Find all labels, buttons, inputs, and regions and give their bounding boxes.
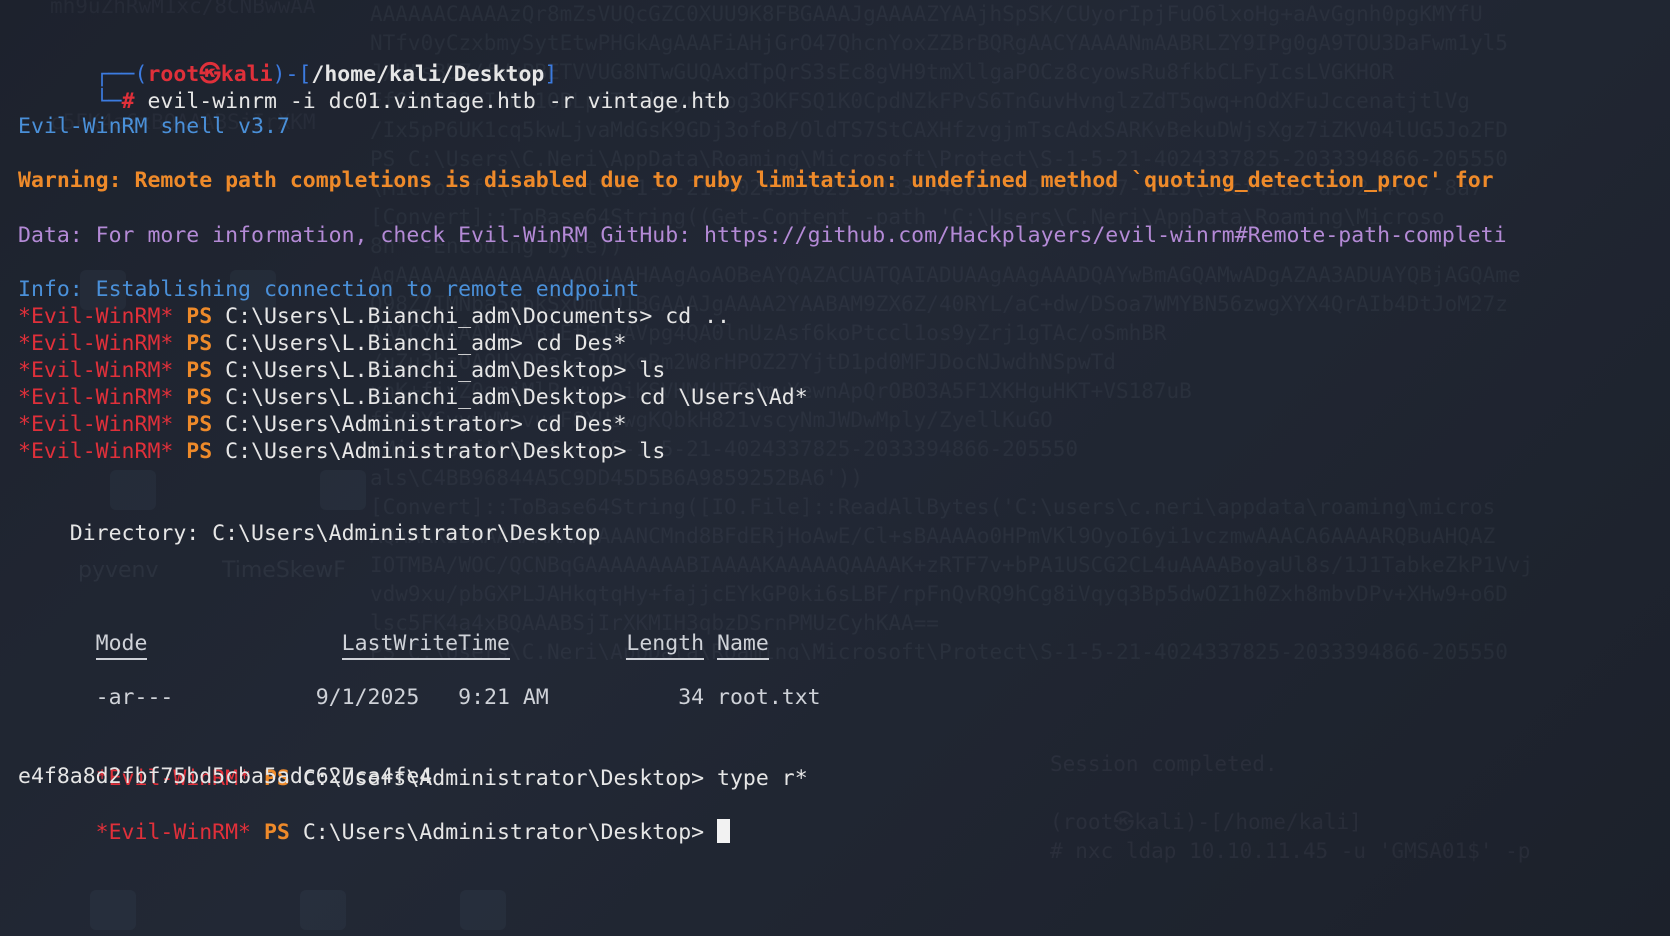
command-output-hash: e4f8a8d2fbf75bd5cba5adc627ca4fe4 — [18, 764, 433, 789]
ps-label: PS — [186, 385, 213, 410]
ps-path: C:\Users\L.Bianchi_adm> — [225, 331, 523, 356]
ps-path: C:\Users\Administrator\Desktop> — [225, 439, 627, 464]
terminal-output[interactable]: ┌──(root㉿kali)-[/home/kali/Desktop] └─# … — [0, 0, 1670, 936]
ps-prefix: *Evil-WinRM* — [18, 304, 174, 329]
ps-label: PS — [186, 439, 213, 464]
prompt-hash: # — [121, 89, 135, 114]
ps-command: cd .. — [665, 304, 730, 329]
ps-label: PS — [186, 412, 213, 437]
ps-line: *Evil-WinRM* PS C:\Users\L.Bianchi_adm\D… — [18, 302, 730, 331]
ps-label: PS — [263, 820, 290, 845]
ps-line: *Evil-WinRM* PS C:\Users\Administrator> … — [18, 410, 626, 439]
ps-command: type r* — [717, 766, 808, 791]
ps-prefix: *Evil-WinRM* — [18, 331, 174, 356]
ps-line: *Evil-WinRM* PS C:\Users\Administrator\D… — [18, 735, 808, 791]
kali-command-line: └─# evil-winrm -i dc01.vintage.htb -r vi… — [18, 58, 730, 114]
listing-header: Mode LastWriteTime Length Name — [18, 600, 769, 660]
ps-path: C:\Users\Administrator\Desktop> — [302, 820, 705, 845]
ps-label: PS — [186, 331, 213, 356]
row-date: 9/1/2025 — [315, 685, 420, 710]
banner-text: Evil-WinRM shell v3.7 — [18, 114, 290, 139]
ps-line: *Evil-WinRM* PS C:\Users\L.Bianchi_adm\D… — [18, 383, 808, 412]
data-text: Data: For more information, check Evil-W… — [18, 223, 1507, 248]
directory-label: Directory: C:\Users\Administrator\Deskto… — [18, 521, 601, 546]
ps-command: ls — [639, 358, 666, 383]
ps-command: cd \Users\Ad* — [639, 385, 808, 410]
table-row: -ar--- 9/1/2025 9:21 AM 34 root.txt — [18, 654, 821, 710]
ps-path: C:\Users\L.Bianchi_adm\Desktop> — [225, 358, 627, 383]
ps-label: PS — [186, 304, 213, 329]
ps-path: C:\Users\L.Bianchi_adm\Desktop> — [225, 385, 627, 410]
ps-prefix: *Evil-WinRM* — [18, 439, 174, 464]
ps-active-prompt[interactable]: *Evil-WinRM* PS C:\Users\Administrator\D… — [18, 789, 731, 845]
row-time: 9:21 AM — [458, 685, 549, 710]
text-cursor[interactable] — [717, 819, 731, 843]
row-name: root.txt — [717, 685, 821, 710]
ps-line: *Evil-WinRM* PS C:\Users\L.Bianchi_adm\D… — [18, 356, 665, 385]
ps-path: C:\Users\L.Bianchi_adm\Documents> — [225, 304, 653, 329]
ps-command: ls — [639, 439, 666, 464]
row-length: 34 — [678, 685, 705, 710]
ps-prefix: *Evil-WinRM* — [18, 358, 174, 383]
ps-prefix: *Evil-WinRM* — [18, 385, 174, 410]
warning-text: Warning: Remote path completions is disa… — [18, 168, 1494, 193]
ps-label: PS — [186, 358, 213, 383]
ps-prefix: *Evil-WinRM* — [95, 820, 252, 845]
ps-line: *Evil-WinRM* PS C:\Users\Administrator\D… — [18, 437, 665, 466]
row-mode: -ar--- — [95, 685, 174, 710]
ps-command: cd Des* — [535, 331, 627, 356]
terminal-window[interactable]: AAAAAACAAAAzQr8mZsVUQcGZC0XUU9K8FBGAAAJg… — [0, 0, 1670, 936]
ps-path: C:\Users\Administrator> — [225, 412, 523, 437]
ps-command: cd Des* — [535, 412, 627, 437]
kali-prompt-header: ┌──(root㉿kali)-[/home/kali/Desktop] — [18, 31, 558, 87]
shell-command: evil-winrm -i dc01.vintage.htb -r vintag… — [147, 89, 730, 114]
prompt-frame-bottom: └─ — [95, 89, 122, 114]
ps-line: *Evil-WinRM* PS C:\Users\L.Bianchi_adm> … — [18, 329, 626, 358]
ps-prefix: *Evil-WinRM* — [18, 412, 174, 437]
info-text: Info: Establishing connection to remote … — [18, 277, 640, 302]
